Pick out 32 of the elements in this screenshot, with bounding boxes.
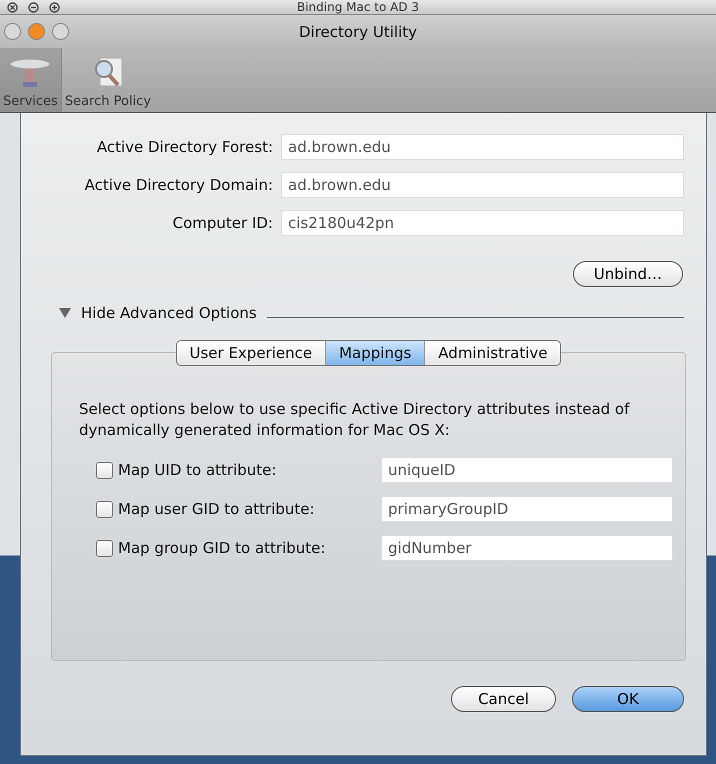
window-control-button[interactable]: [4, 23, 21, 40]
input-field[interactable]: ad.brown.edu: [281, 172, 684, 198]
close-icon[interactable]: [7, 2, 18, 12]
field-label: Active Directory Forest:: [96, 138, 273, 156]
description-text: Select options below to use specific Active Directory attributes instead of dynamically generated information for Mac OS X:: [79, 399, 631, 441]
ok-button[interactable]: OK: [572, 686, 684, 712]
checkbox-label: Map UID to attribute:: [118, 461, 276, 479]
toolbar-button[interactable]: Services: [0, 48, 62, 112]
input-field[interactable]: gidNumber: [381, 535, 673, 561]
checkbox[interactable]: [96, 462, 113, 478]
input-field[interactable]: ad.brown.edu: [281, 134, 684, 160]
cancel-button[interactable]: Cancel: [451, 686, 556, 712]
field-label: Computer ID:: [172, 214, 273, 232]
checkbox[interactable]: [96, 500, 113, 518]
window-title: Directory Utility: [298, 22, 418, 40]
tab[interactable]: Mappings: [325, 341, 424, 365]
checkbox-label: Map user GID to attribute:: [118, 500, 315, 518]
disclosure-triangle-icon[interactable]: [59, 308, 71, 318]
disclosure-label: Hide Advanced Options: [81, 304, 257, 322]
toolbar-button[interactable]: Search Policy: [62, 48, 154, 112]
zoom-icon[interactable]: [49, 2, 60, 12]
input-field[interactable]: uniqueID: [381, 457, 673, 483]
tab[interactable]: User Experience: [176, 341, 326, 365]
checkbox-label: Map group GID to attribute:: [118, 539, 326, 557]
window-control-button[interactable]: [52, 23, 69, 40]
checkbox[interactable]: [96, 540, 113, 556]
outer-window-title: Binding Mac to AD 3: [296, 0, 420, 14]
field-label: Active Directory Domain:: [84, 176, 273, 194]
minimize-icon[interactable]: [28, 2, 39, 12]
input-field[interactable]: cis2180u42pn: [281, 210, 684, 236]
input-field[interactable]: primaryGroupID: [381, 496, 673, 522]
unbind-button[interactable]: Unbind…: [572, 261, 683, 287]
